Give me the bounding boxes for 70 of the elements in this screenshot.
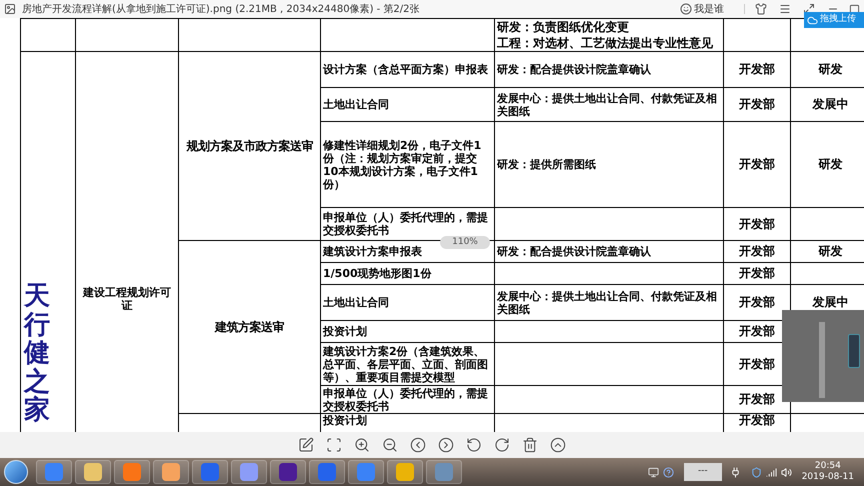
lead-department: 开发部 bbox=[739, 295, 775, 309]
rotate-right-icon[interactable] bbox=[494, 437, 510, 453]
lead-department: 开发部 bbox=[739, 392, 775, 406]
shield-icon[interactable] bbox=[750, 466, 762, 478]
partner-department: 发展中 bbox=[812, 97, 848, 111]
document-item: 建筑设计方案申报表 bbox=[323, 245, 422, 258]
edit-icon[interactable] bbox=[298, 437, 314, 453]
lead-department: 开发部 bbox=[739, 244, 775, 258]
crop-icon[interactable] bbox=[326, 437, 342, 453]
user-link[interactable]: 我是谁 bbox=[694, 2, 724, 16]
zoom-in-icon[interactable] bbox=[354, 437, 370, 453]
partner-department: 发展中 bbox=[812, 295, 848, 309]
next-icon[interactable] bbox=[438, 437, 454, 453]
zoom-level-badge: 110% bbox=[440, 236, 490, 249]
document-item: 投资计划 bbox=[323, 414, 367, 427]
support-note: 研发：提供所需图纸 bbox=[497, 158, 596, 171]
lead-department: 开发部 bbox=[739, 62, 775, 76]
lead-department: 开发部 bbox=[739, 216, 775, 230]
clock-time[interactable]: 20:54 bbox=[814, 461, 841, 472]
lead-department: 开发部 bbox=[739, 324, 775, 338]
document-item: 申报单位（人）委托代理的，需提交授权委托书 bbox=[323, 211, 488, 237]
cloud-icon bbox=[807, 14, 818, 26]
document-item: 土地出让合同 bbox=[323, 98, 389, 111]
clock-date[interactable]: 2019-08-11 bbox=[802, 472, 854, 483]
display-icon[interactable] bbox=[648, 466, 659, 478]
tray-widget[interactable]: --- bbox=[684, 463, 722, 481]
image-icon bbox=[4, 3, 16, 15]
menu-icon[interactable] bbox=[779, 3, 791, 15]
lead-department: 开发部 bbox=[739, 97, 775, 111]
permit-name: 建设工程规划许可证 bbox=[83, 286, 171, 312]
support-note: 研发：配合提供设计院盖章确认 bbox=[497, 63, 651, 76]
note-line: 工程：对选材、工艺做法提出专业性意见 bbox=[497, 35, 714, 51]
document-item: 投资计划 bbox=[323, 325, 367, 338]
start-button[interactable] bbox=[4, 460, 28, 484]
vertical-brand-text: 天行健之家 bbox=[24, 282, 50, 425]
document-item: 土地出让合同 bbox=[323, 296, 389, 309]
window-title: 房地产开发流程详解(从拿地到施工许可证).png (2.21MB , 2034x24480像素) - 第2/2张 bbox=[22, 2, 420, 16]
taskbar-app-icon[interactable] bbox=[153, 460, 189, 484]
document-item: 1/500现势地形图1份 bbox=[323, 267, 432, 280]
smiley-icon[interactable] bbox=[680, 3, 692, 15]
partner-department: 研发 bbox=[818, 244, 842, 258]
support-note: 发展中心：提供土地出让合同、付款凭证及相关图纸 bbox=[497, 92, 717, 118]
zoom-out-icon[interactable] bbox=[382, 437, 398, 453]
document-item: 申报单位（人）委托代理的，需提交授权委托书 bbox=[323, 386, 488, 412]
taskbar-app-icon[interactable] bbox=[270, 460, 306, 484]
support-note: 研发：配合提供设计院盖章确认 bbox=[497, 245, 651, 258]
partner-department: 研发 bbox=[818, 62, 842, 76]
collapse-icon[interactable] bbox=[550, 437, 566, 453]
volume-icon[interactable] bbox=[780, 466, 792, 478]
partner-department: 研发 bbox=[818, 157, 842, 171]
lead-department: 开发部 bbox=[739, 266, 775, 280]
note-line: 研发：负责图纸优化变更 bbox=[497, 19, 630, 35]
lead-department: 开发部 bbox=[739, 413, 775, 427]
lead-department: 开发部 bbox=[739, 157, 775, 171]
plug-icon[interactable] bbox=[730, 466, 741, 478]
stage-name: 建筑方案送审 bbox=[215, 320, 284, 334]
document-item: 修建性详细规划2份，电子文件1份（注：规划方案审定前，提交10本规划设计方案，电子文件1份） bbox=[323, 138, 482, 190]
document-item: 设计方案（含总平面方案）申报表 bbox=[323, 63, 488, 76]
support-note: 发展中心：提供土地出让合同、付款凭证及相关图纸 bbox=[497, 290, 717, 316]
taskbar-app-icon[interactable] bbox=[75, 460, 111, 484]
document-item: 建筑设计方案2份（含建筑效果、总平面、各层平面、立面、剖面图等）、重要项目需提交模型 bbox=[323, 344, 488, 384]
skin-icon[interactable] bbox=[755, 3, 767, 15]
previous-icon[interactable] bbox=[410, 437, 426, 453]
stage-name: 规划方案及市政方案送审 bbox=[186, 138, 313, 152]
delete-icon[interactable] bbox=[522, 437, 538, 453]
rotate-left-icon[interactable] bbox=[466, 437, 482, 453]
help-icon[interactable] bbox=[662, 466, 674, 478]
taskbar-app-icon[interactable] bbox=[387, 460, 423, 484]
navigator-track[interactable] bbox=[819, 322, 825, 398]
lead-department: 开发部 bbox=[739, 356, 775, 370]
